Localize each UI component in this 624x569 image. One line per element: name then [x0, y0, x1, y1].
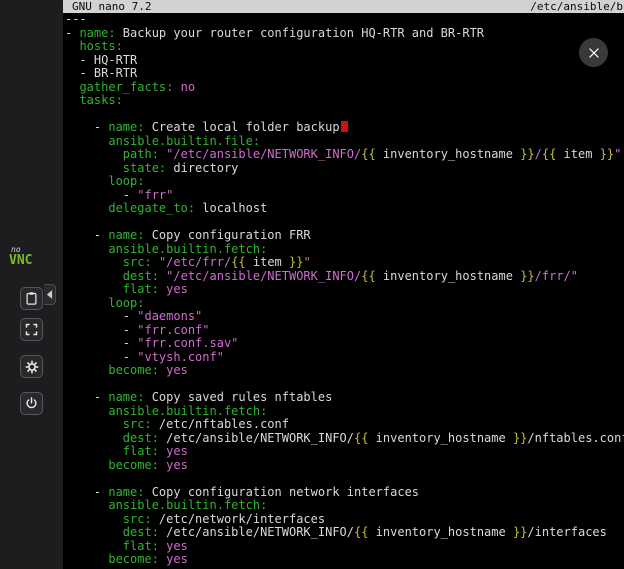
editor-line: dest: /etc/ansible/NETWORK_INFO/{{ inven…: [65, 526, 624, 540]
text-cursor: [341, 121, 348, 132]
editor-line: - name: Copy saved rules nftables: [65, 391, 624, 405]
editor-body[interactable]: ---- name: Backup your router configurat…: [63, 13, 624, 567]
editor-line: - "frr": [65, 189, 624, 203]
editor-line: - "vtysh.conf": [65, 351, 624, 365]
novnc-logo-vnc: VNC: [9, 254, 51, 267]
editor-line: - "frr.conf": [65, 324, 624, 338]
editor-line: - name: Copy configuration network inter…: [65, 486, 624, 500]
close-button[interactable]: [579, 38, 608, 67]
fullscreen-icon: [24, 322, 39, 337]
editor-line: - name: Backup your router configuration…: [65, 27, 624, 41]
editor-line: become: yes: [65, 553, 624, 567]
editor-line: become: yes: [65, 364, 624, 378]
editor-line: - BR-RTR: [65, 67, 624, 81]
editor-line: - "daemons": [65, 310, 624, 324]
terminal-window[interactable]: GNU nano 7.2 /etc/ansible/b ---- name: B…: [63, 0, 624, 569]
editor-line: ---: [65, 13, 624, 27]
editor-line: ansible.builtin.file:: [65, 135, 624, 149]
editor-line: flat: yes: [65, 283, 624, 297]
novnc-logo: no VNC: [9, 246, 51, 267]
editor-line: src: /etc/nftables.conf: [65, 418, 624, 432]
editor-line: src: /etc/network/interfaces: [65, 513, 624, 527]
nano-title-bar: GNU nano 7.2 /etc/ansible/b: [63, 0, 624, 13]
clipboard-button[interactable]: [20, 287, 43, 310]
editor-line: dest: "/etc/ansible/NETWORK_INFO/{{ inve…: [65, 270, 624, 284]
editor-line: path: "/etc/ansible/NETWORK_INFO/{{ inve…: [65, 148, 624, 162]
desktop: no VNC: [0, 0, 624, 569]
editor-line: hosts:: [65, 40, 624, 54]
editor-line: [65, 378, 624, 392]
editor-line: loop:: [65, 297, 624, 311]
gear-icon: [24, 359, 40, 375]
editor-line: [65, 216, 624, 230]
settings-button[interactable]: [20, 355, 43, 378]
close-icon: [587, 46, 601, 60]
nano-file-path: /etc/ansible/b: [530, 0, 623, 13]
editor-line: [65, 108, 624, 122]
editor-line: ansible.builtin.fetch:: [65, 243, 624, 257]
editor-line: flat: yes: [65, 445, 624, 459]
panel-collapse-handle[interactable]: [44, 284, 56, 305]
vnc-side-panel: no VNC: [0, 0, 63, 569]
fullscreen-button[interactable]: [20, 318, 43, 341]
editor-line: - HQ-RTR: [65, 54, 624, 68]
editor-line: - name: Copy configuration FRR: [65, 229, 624, 243]
power-icon: [24, 396, 39, 411]
editor-line: [65, 472, 624, 486]
editor-line: ansible.builtin.fetch:: [65, 405, 624, 419]
editor-line: flat: yes: [65, 540, 624, 554]
editor-line: become: yes: [65, 459, 624, 473]
editor-line: dest: /etc/ansible/NETWORK_INFO/{{ inven…: [65, 432, 624, 446]
power-button[interactable]: [20, 392, 43, 415]
editor-line: tasks:: [65, 94, 624, 108]
editor-line: src: "/etc/frr/{{ item }}": [65, 256, 624, 270]
editor-line: gather_facts: no: [65, 81, 624, 95]
editor-line: delegate_to: localhost: [65, 202, 624, 216]
editor-line: loop:: [65, 175, 624, 189]
clipboard-icon: [24, 291, 39, 306]
editor-line: state: directory: [65, 162, 624, 176]
editor-line: - "frr.conf.sav": [65, 337, 624, 351]
chevron-left-icon: [46, 289, 53, 300]
editor-line: - name: Create local folder backup: [65, 121, 624, 135]
editor-line: ansible.builtin.fetch:: [65, 499, 624, 513]
